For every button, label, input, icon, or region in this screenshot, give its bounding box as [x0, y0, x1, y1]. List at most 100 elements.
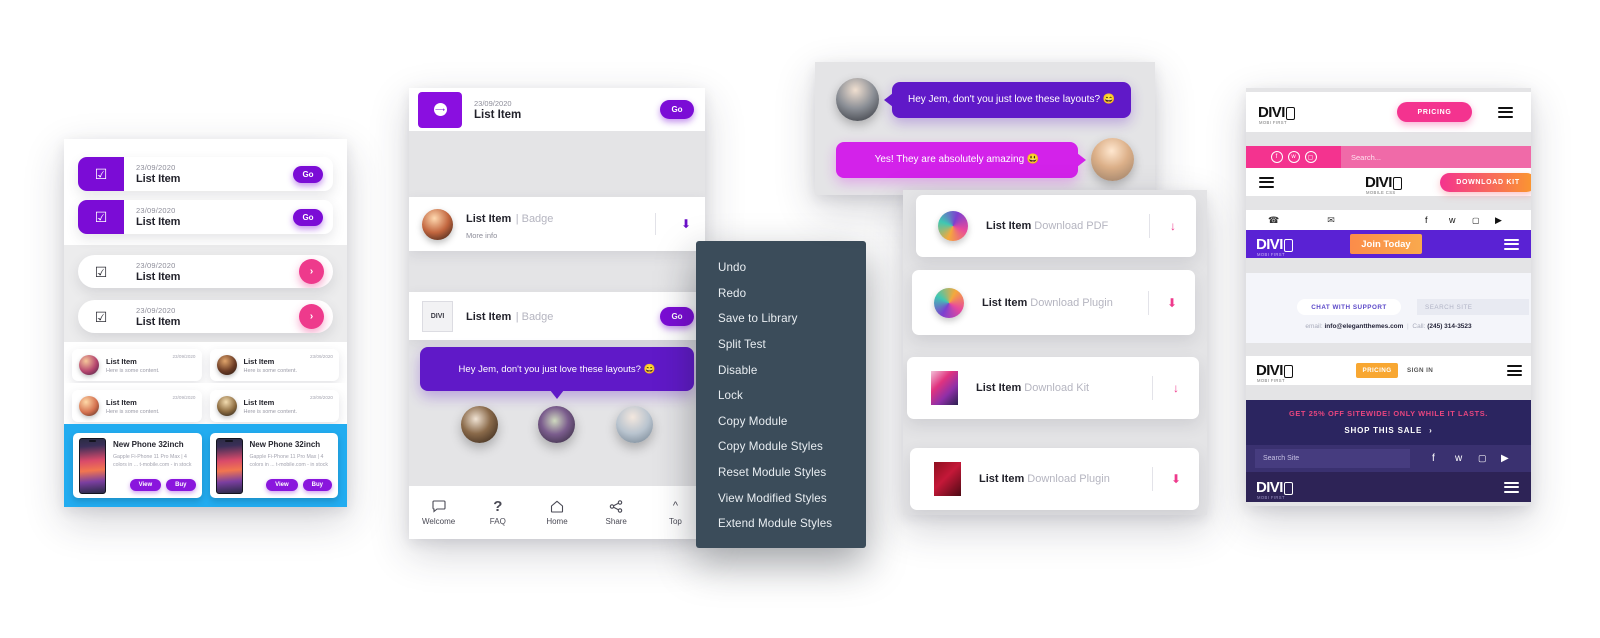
phone-image [79, 437, 106, 494]
download-kit-button[interactable]: DOWNLOAD KIT [1440, 172, 1531, 192]
menu-item-disable[interactable]: Disable [696, 357, 866, 383]
twitter-icon[interactable]: w [1287, 151, 1300, 163]
mini-card-date: 23/09/2020 [172, 354, 196, 359]
buy-button[interactable]: Buy [302, 479, 332, 491]
download-row-4[interactable]: List Item Download Plugin ⬇ [910, 448, 1199, 510]
divi-logo[interactable]: DIVI MOBI FIRST [1256, 363, 1294, 383]
phone-value[interactable]: (245) 314-3523 [1427, 323, 1471, 330]
arrow-circle-icon[interactable]: ⟶ [418, 91, 462, 128]
download-arrow-icon[interactable]: ⬇ [1153, 472, 1199, 486]
mini-card[interactable]: List Item Here is some content. 23/09/20… [72, 390, 202, 422]
mobile-card-2[interactable]: DIVI List Item | Badge Go [409, 292, 705, 340]
instagram-icon[interactable]: ▢ [1478, 453, 1487, 464]
signin-link[interactable]: SIGN IN [1407, 367, 1433, 374]
menu-item-save-to-library[interactable]: Save to Library [696, 306, 866, 332]
mail-icon[interactable]: ✉ [1327, 215, 1335, 226]
product-card[interactable]: New Phone 32inch Gapple Fi-Phone 11 Pro … [209, 433, 338, 498]
view-button[interactable]: View [266, 479, 298, 491]
twitter-icon[interactable]: w [1455, 453, 1462, 464]
avatar[interactable] [538, 406, 576, 443]
phone-icon[interactable]: ☎ [1268, 215, 1279, 226]
instagram-icon[interactable]: ▢ [1472, 216, 1480, 225]
phone-icon [1286, 106, 1296, 120]
checkbox-icon[interactable]: ☑ [78, 200, 124, 234]
download-row-3[interactable]: List Item Download Kit ↓ [907, 357, 1199, 419]
mobile-card-1[interactable]: List Item | Badge More info ⬇ [409, 197, 705, 251]
divi-logo[interactable]: DIVI MOBI FIRST [1258, 105, 1296, 125]
go-button[interactable]: Go [293, 208, 323, 226]
nav-item-home[interactable]: Home [527, 499, 586, 526]
mini-card[interactable]: List Item Here is some content. 23/09/20… [209, 349, 339, 381]
search-site-input[interactable]: Search Site [1255, 449, 1410, 468]
youtube-icon[interactable]: ▶ [1495, 215, 1502, 226]
youtube-icon[interactable]: ▶ [1501, 453, 1509, 464]
divi-logo[interactable]: DIVI MOBI FIRST [1256, 480, 1294, 500]
menu-item-view-modified-styles[interactable]: View Modified Styles [696, 485, 866, 511]
nav-item-share[interactable]: Share [587, 499, 646, 526]
search-site-input[interactable]: SEARCH SITE [1417, 299, 1529, 315]
list-row-plain-2[interactable]: ☑ 23/09/2020 List Item › [78, 300, 333, 333]
download-title: List Item [979, 473, 1025, 485]
menu-item-copy-module-styles[interactable]: Copy Module Styles [696, 434, 866, 460]
checkbox-icon[interactable]: ☑ [78, 157, 124, 191]
email-value[interactable]: info@elegantthemes.com [1325, 323, 1404, 330]
download-row-2[interactable]: List Item Download Plugin ⬇ [912, 270, 1195, 335]
hamburger-icon[interactable] [1498, 106, 1513, 118]
list-row-purple-1[interactable]: ☑ 23/09/2020 List Item Go [78, 157, 333, 191]
menu-item-lock[interactable]: Lock [696, 383, 866, 409]
nav-item-welcome[interactable]: Welcome [409, 499, 468, 526]
hamburger-icon[interactable] [1507, 365, 1522, 376]
download-row-label: List Item Download Plugin [982, 297, 1148, 309]
mini-card[interactable]: List Item Here is some content. 23/09/20… [209, 390, 339, 422]
list-row-purple-2[interactable]: ☑ 23/09/2020 List Item Go [78, 200, 333, 234]
shop-sale-link[interactable]: SHOP THIS SALE › [1246, 418, 1531, 435]
download-icon[interactable]: ⬇ [673, 217, 699, 231]
hamburger-icon[interactable] [1504, 238, 1519, 250]
checkbox-icon[interactable]: ☑ [78, 300, 124, 333]
join-today-button[interactable]: Join Today [1350, 234, 1422, 254]
list-row-date: 23/09/2020 [136, 260, 176, 270]
menu-item-split-test[interactable]: Split Test [696, 332, 866, 358]
pricing-button[interactable]: PRICING [1356, 363, 1398, 378]
facebook-icon[interactable]: f [1425, 215, 1428, 225]
search-input[interactable]: Search... [1351, 153, 1381, 162]
go-button[interactable]: Go [660, 100, 694, 119]
go-button[interactable]: Go [660, 306, 694, 326]
product-card[interactable]: New Phone 32inch Gapple Fi-Phone 11 Pro … [73, 433, 202, 498]
divi-logo[interactable]: DIVI MOBI FIRST [1256, 237, 1294, 257]
checkbox-icon[interactable]: ☑ [78, 255, 124, 288]
instagram-icon[interactable]: ▢ [1304, 151, 1317, 163]
download-row-1[interactable]: List Item Download PDF ↓ [916, 195, 1196, 257]
buy-button[interactable]: Buy [166, 479, 196, 491]
menu-item-undo[interactable]: Undo [696, 255, 866, 281]
menu-item-redo[interactable]: Redo [696, 281, 866, 307]
chevron-right-button[interactable]: › [299, 304, 324, 329]
list-row-plain-1[interactable]: ☑ 23/09/2020 List Item › [78, 255, 333, 288]
menu-item-reset-module-styles[interactable]: Reset Module Styles [696, 460, 866, 486]
hamburger-icon[interactable] [1259, 176, 1274, 188]
twitter-icon[interactable]: w [1449, 215, 1456, 225]
go-button[interactable]: Go [293, 165, 323, 183]
chevron-right-button[interactable]: › [299, 259, 324, 284]
facebook-icon[interactable]: f [1270, 151, 1283, 163]
chat-message-left: Hey Jem, don't you just love these layou… [836, 78, 1132, 121]
download-arrow-icon[interactable]: ⬇ [1149, 296, 1195, 310]
mini-card[interactable]: List Item Here is some content. 23/09/20… [72, 349, 202, 381]
product-card-band: New Phone 32inch Gapple Fi-Phone 11 Pro … [64, 424, 347, 507]
facebook-icon[interactable]: f [1432, 453, 1435, 464]
mobile-header: ⟶ 23/09/2020 List Item Go [409, 88, 705, 131]
download-arrow-icon[interactable]: ↓ [1153, 381, 1199, 395]
avatar[interactable] [461, 406, 499, 443]
hamburger-icon[interactable] [1504, 481, 1519, 493]
card-badge: | Badge [515, 311, 554, 323]
view-button[interactable]: View [129, 479, 162, 491]
nav-item-faq[interactable]: ? FAQ [468, 499, 527, 527]
mini-card-sub: Here is some content. [243, 367, 298, 374]
chat-with-support-button[interactable]: CHAT WITH SUPPORT [1297, 299, 1401, 315]
menu-item-extend-module-styles[interactable]: Extend Module Styles [696, 511, 866, 537]
divi-logo[interactable]: DIVI MOBILE CSS [1365, 175, 1403, 195]
avatar[interactable] [615, 406, 653, 443]
download-arrow-icon[interactable]: ↓ [1150, 219, 1196, 233]
pricing-button[interactable]: PRICING [1397, 102, 1472, 122]
menu-item-copy-module[interactable]: Copy Module [696, 409, 866, 435]
